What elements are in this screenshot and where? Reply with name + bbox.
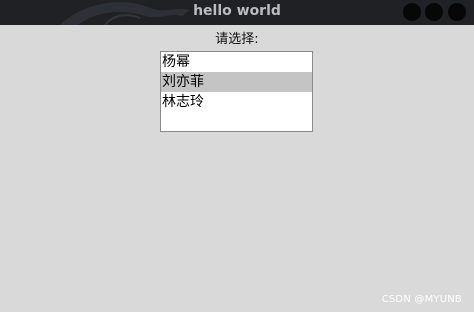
window-control-button-1[interactable]	[403, 3, 421, 21]
list-item[interactable]: 林志玲	[161, 92, 312, 112]
title-bar[interactable]: hello world	[0, 0, 474, 25]
window-control-button-2[interactable]	[425, 3, 443, 21]
select-prompt-label: 请选择:	[215, 32, 259, 47]
list-item[interactable]: 杨幂	[161, 52, 312, 72]
options-listbox[interactable]: 杨幂 刘亦菲 林志玲	[160, 51, 313, 132]
watermark: CSDN @MYUNB	[381, 294, 462, 305]
window-control-button-3[interactable]	[448, 3, 466, 21]
list-item-selected[interactable]: 刘亦菲	[161, 72, 312, 92]
